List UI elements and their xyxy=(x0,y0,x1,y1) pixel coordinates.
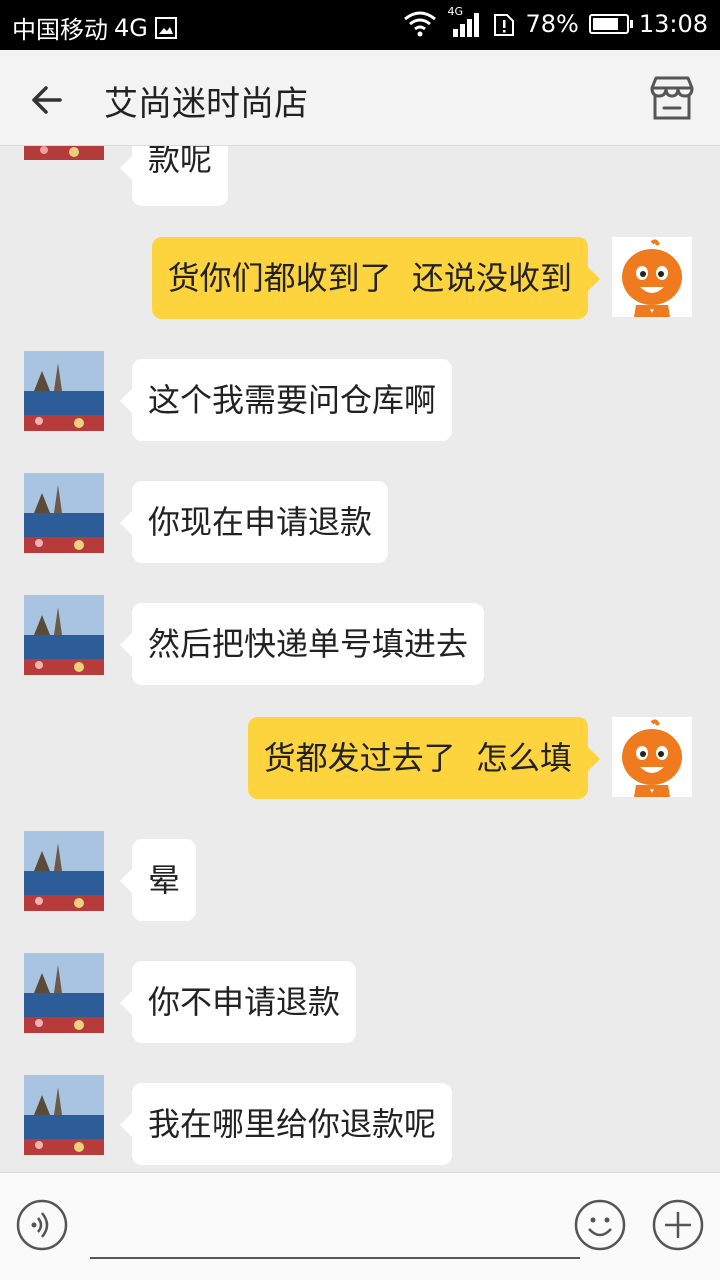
shop-avatar[interactable] xyxy=(24,1075,104,1155)
message-text: 款呢 xyxy=(148,146,213,178)
message-bubble[interactable]: 我在哪里给你退款呢 xyxy=(119,1083,453,1165)
message-text: 晕 xyxy=(148,861,181,899)
wifi-icon xyxy=(404,11,437,37)
clock: 13:08 xyxy=(638,10,708,38)
message-bubble[interactable]: 你不申请退款 xyxy=(119,961,357,1043)
input-bar xyxy=(0,1172,720,1280)
page-title: 艾尚迷时尚店 xyxy=(104,84,308,124)
sim-alert-icon xyxy=(494,14,515,36)
arrow-left-icon[interactable] xyxy=(26,78,70,122)
network-label: 4G xyxy=(114,13,148,42)
chat-area[interactable]: 款呢 货你们都收到了 还说没收到 这个我需要问仓库啊 你现在申请退款 然后把快递… xyxy=(0,146,720,1172)
message-text: 货你们都收到了 还说没收到 xyxy=(167,259,572,297)
message-text: 你不申请退款 xyxy=(148,983,341,1021)
status-bar: 中国移动 4G 4G 78% 13:08 xyxy=(0,0,720,50)
battery-percent: 78% xyxy=(525,10,579,38)
cell-signal-icon: 4G xyxy=(447,5,483,37)
battery-icon xyxy=(588,14,633,34)
shop-avatar[interactable] xyxy=(24,351,104,431)
message-bubble[interactable]: 晕 xyxy=(119,839,197,921)
message-text: 货都发过去了 怎么填 xyxy=(263,739,572,777)
message-text: 你现在申请退款 xyxy=(148,503,373,541)
chat-header: 艾尚迷时尚店 xyxy=(0,50,720,146)
message-text: 我在哪里给你退款呢 xyxy=(148,1105,437,1143)
message-bubble[interactable]: 货都发过去了 怎么填 xyxy=(247,717,601,799)
user-avatar[interactable] xyxy=(612,237,692,317)
battery-level xyxy=(592,18,618,30)
store-icon[interactable] xyxy=(646,74,698,124)
shop-avatar[interactable] xyxy=(24,831,104,911)
message-text: 然后把快递单号填进去 xyxy=(148,625,469,663)
carrier-label: 中国移动 xyxy=(12,16,108,44)
shop-avatar[interactable] xyxy=(24,146,104,160)
shop-avatar[interactable] xyxy=(24,595,104,675)
message-bubble[interactable]: 货你们都收到了 还说没收到 xyxy=(151,237,601,319)
plus-icon[interactable] xyxy=(652,1199,704,1251)
message-bubble[interactable]: 然后把快递单号填进去 xyxy=(119,603,485,685)
shop-avatar[interactable] xyxy=(24,473,104,553)
message-bubble[interactable]: 这个我需要问仓库啊 xyxy=(119,359,453,441)
emoji-icon[interactable] xyxy=(574,1199,626,1251)
message-text: 这个我需要问仓库啊 xyxy=(148,381,437,419)
user-avatar[interactable] xyxy=(612,717,692,797)
image-notification-icon xyxy=(154,16,177,39)
shop-avatar[interactable] xyxy=(24,953,104,1033)
message-bubble[interactable]: 款呢 xyxy=(119,146,229,206)
message-bubble[interactable]: 你现在申请退款 xyxy=(119,481,389,563)
voice-icon[interactable] xyxy=(16,1199,68,1251)
message-input[interactable] xyxy=(90,1257,580,1259)
